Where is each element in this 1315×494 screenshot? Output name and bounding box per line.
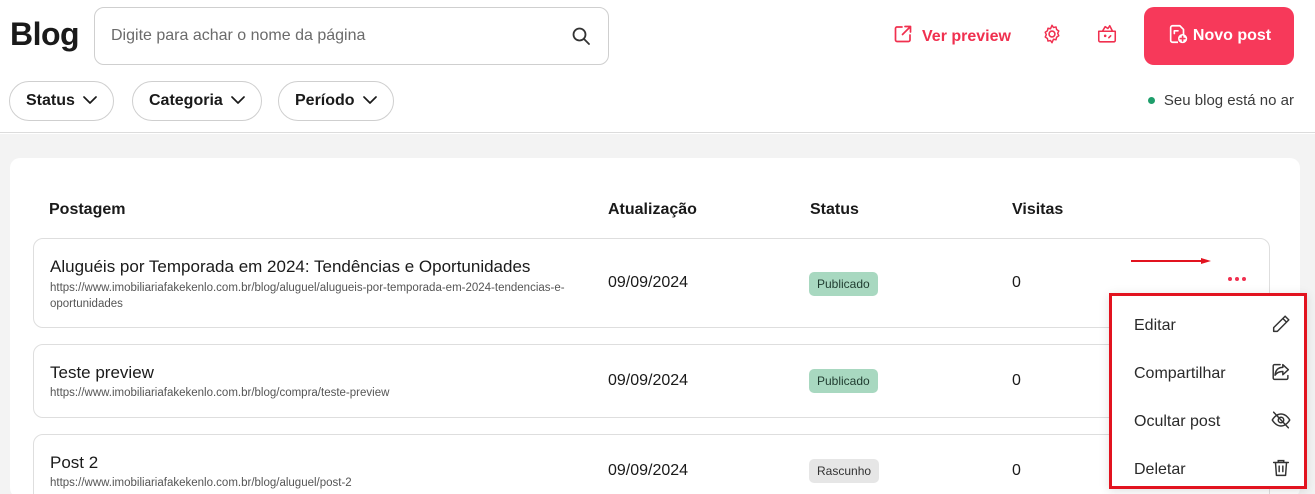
add-post-icon [1167,23,1189,50]
filter-label: Período [295,92,355,109]
table-row[interactable]: Post 2 https://www.imobiliariafakekenlo.… [33,434,1270,494]
menu-item-share[interactable]: Compartilhar [1134,356,1292,392]
table-row[interactable]: Aluguéis por Temporada em 2024: Tendênci… [33,238,1270,328]
post-url: https://www.imobiliariafakekenlo.com.br/… [50,477,352,489]
menu-item-label: Compartilhar [1134,365,1226,382]
share-icon [1270,361,1292,388]
post-url: https://www.imobiliariafakekenlo.com.br/… [50,387,390,399]
preview-label: Ver preview [922,27,1011,45]
column-header-visits: Visitas [1012,201,1064,218]
preview-link[interactable]: Ver preview [893,24,1011,49]
new-post-button[interactable]: Novo post [1144,7,1294,65]
settings-button[interactable] [1040,24,1064,48]
filter-label: Status [26,92,75,109]
filter-label: Categoria [149,92,223,109]
post-date: 09/09/2024 [608,462,689,479]
post-date: 09/09/2024 [608,372,689,389]
status-badge: Publicado [809,369,878,393]
menu-item-delete[interactable]: Deletar [1134,452,1292,488]
gear-icon [1041,23,1063,50]
status-badge: Rascunho [809,459,880,483]
table-row[interactable]: Teste preview https://www.imobiliariafak… [33,344,1270,418]
menu-item-label: Deletar [1134,461,1186,478]
eye-off-icon [1270,409,1292,436]
menu-item-label: Ocultar post [1134,413,1221,430]
column-header-updated: Atualização [608,201,697,218]
post-visits: 0 [1012,462,1021,479]
search-icon[interactable] [570,25,592,47]
post-options-menu: Editar Compartilhar Ocultar post Deletar [1109,293,1307,489]
post-title[interactable]: Aluguéis por Temporada em 2024: Tendênci… [50,257,530,277]
post-title[interactable]: Post 2 [50,453,98,473]
post-title[interactable]: Teste preview [50,363,154,383]
more-options-icon[interactable] [1224,273,1250,285]
column-header-status: Status [810,201,859,218]
status-badge: Publicado [809,272,878,296]
menu-item-label: Editar [1134,317,1176,334]
post-date: 09/09/2024 [608,274,689,291]
menu-item-hide[interactable]: Ocultar post [1134,404,1292,440]
chevron-down-icon [230,92,245,110]
palette-box-icon [1096,23,1118,50]
filter-period[interactable]: Período [278,81,394,121]
filter-category[interactable]: Categoria [132,81,262,121]
post-visits: 0 [1012,274,1021,291]
trash-icon [1270,457,1292,484]
theme-button[interactable] [1095,24,1119,48]
menu-item-edit[interactable]: Editar [1134,308,1292,344]
blog-status: Seu blog está no ar [1147,92,1294,109]
column-header-post: Postagem [49,201,126,218]
pencil-icon [1270,313,1292,340]
annotation-arrow-icon [1131,258,1211,264]
filter-status[interactable]: Status [9,81,114,121]
posts-table: Postagem Atualização Status Visitas Alug… [10,158,1300,494]
page-header: Blog Ver preview Novo post Status Catego… [0,0,1315,133]
chevron-down-icon [83,92,97,110]
chevron-down-icon [362,92,377,110]
search-box[interactable] [94,7,609,65]
blog-status-label: Seu blog está no ar [1163,92,1294,109]
online-dot-icon [1147,97,1155,104]
post-visits: 0 [1012,372,1021,389]
search-input[interactable] [111,27,570,45]
page-title: Blog [10,16,80,52]
external-link-icon [893,24,913,49]
new-post-label: Novo post [1192,27,1272,44]
post-url: https://www.imobiliariafakekenlo.com.br/… [50,282,565,310]
